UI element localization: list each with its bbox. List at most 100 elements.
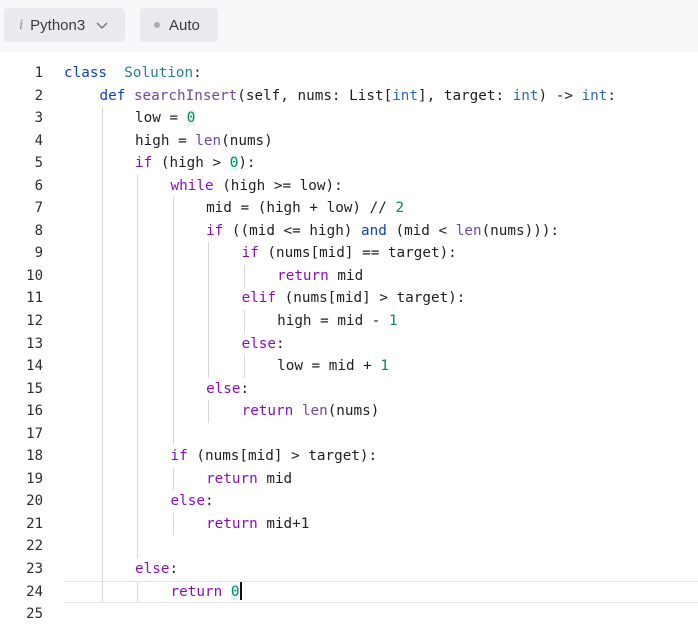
code-area[interactable]: class Solution: def searchInsert(self, nu… — [64, 62, 698, 626]
indent-guide — [101, 355, 103, 378]
code-token: mid — [328, 267, 364, 284]
code-line[interactable]: elif (nums[mid] > target): — [64, 287, 698, 311]
indent-guide — [137, 242, 139, 265]
code-token: else — [206, 380, 241, 397]
code-token: len — [195, 132, 222, 149]
line-number: 3 — [34, 110, 43, 127]
indent-guide — [137, 512, 139, 536]
code-line[interactable]: class Solution: — [64, 62, 698, 85]
code-token: ) -> — [538, 87, 582, 104]
indent-guide — [137, 355, 139, 378]
code-token: Solution — [124, 65, 194, 81]
code-line[interactable]: high = mid - 1 — [64, 310, 698, 333]
code-token: return — [277, 267, 329, 284]
code-line[interactable]: if (high > 0): — [64, 152, 698, 175]
code-token: low = mid + — [277, 358, 381, 375]
code-token: int — [512, 87, 539, 104]
code-token: 0 — [230, 583, 240, 600]
code-token: else — [170, 493, 205, 510]
code-line[interactable]: if (nums[mid] == target): — [64, 242, 698, 265]
indent-guide — [101, 197, 103, 220]
language-select[interactable]: i Python3 — [4, 8, 125, 42]
indent-guide — [101, 174, 103, 198]
code-line[interactable]: mid = (high + low) // 2 — [64, 197, 698, 220]
indent-guide — [172, 512, 174, 536]
line-number: 1 — [34, 65, 43, 81]
code-line[interactable]: return mid — [64, 467, 698, 491]
code-token: mid = (high + low) // — [206, 200, 396, 217]
line-number: 13 — [26, 335, 43, 352]
indent-guide — [137, 219, 139, 243]
code-token: : — [169, 561, 179, 578]
line-number: 5 — [34, 155, 43, 172]
code-line[interactable]: else: — [64, 332, 698, 356]
language-label: Python3 — [30, 16, 86, 34]
code-token: (nums) — [327, 403, 380, 420]
code-line[interactable]: else: — [64, 490, 698, 513]
code-token: class — [64, 65, 108, 81]
code-line[interactable]: low = 0 — [64, 107, 698, 130]
indent-guide — [101, 400, 103, 423]
code-token: elif — [241, 290, 277, 307]
code-line[interactable]: high = len(nums) — [64, 129, 698, 153]
code-line[interactable]: return mid — [64, 264, 698, 288]
indent-guide — [137, 535, 139, 559]
code-token: int — [392, 87, 419, 104]
code-token: mid+1 — [257, 515, 310, 532]
indent-guide — [208, 264, 210, 288]
code-line[interactable] — [64, 535, 698, 559]
code-line[interactable]: if ((mid <= high) and (mid < len(nums)))… — [64, 219, 698, 243]
code-editor[interactable]: 1 2 3 4 5 6 7 8 9 10 11 12 13 14 15 16 17 18 19 20 21 22 23 24 2… — [0, 52, 698, 644]
code-token: (high > — [152, 155, 230, 172]
code-token: (nums[mid] > target): — [276, 290, 466, 307]
code-token: 2 — [395, 200, 405, 217]
code-line[interactable]: while (high >= low): — [64, 174, 698, 198]
code-line[interactable]: if (nums[mid] > target): — [64, 445, 698, 468]
line-number: 23 — [26, 561, 43, 578]
indent-guide — [172, 242, 174, 265]
indent-guide — [137, 264, 139, 288]
code-line[interactable]: return len(nums) — [64, 400, 698, 423]
indent-guide — [101, 558, 103, 581]
code-line[interactable]: def searchInsert(self, nums: List[int], … — [64, 85, 698, 108]
code-line[interactable]: return mid+1 — [64, 512, 698, 536]
line-number: 9 — [34, 245, 43, 262]
indent-guide — [243, 264, 245, 288]
line-number: 15 — [26, 380, 43, 397]
code-token: while — [170, 177, 214, 194]
language-info-icon: i — [19, 16, 24, 33]
indent-guide — [172, 377, 174, 401]
code-line[interactable] — [64, 603, 698, 626]
indent-guide — [172, 310, 174, 333]
code-token: low = — [135, 110, 187, 127]
indent-guide — [172, 197, 174, 220]
indent-guide — [137, 580, 139, 604]
code-token: (nums[mid] > target): — [187, 448, 378, 465]
indent-guide — [101, 129, 103, 153]
indent-guide — [101, 445, 103, 468]
code-token: : — [193, 65, 202, 81]
code-token: else — [241, 335, 277, 352]
code-line[interactable]: else: — [64, 377, 698, 401]
indent-guide — [101, 264, 103, 288]
code-line[interactable]: return 0 — [64, 580, 698, 604]
indent-guide — [208, 332, 210, 356]
indent-guide — [137, 400, 139, 423]
code-token: else — [135, 561, 170, 578]
code-line[interactable]: low = mid + 1 — [64, 355, 698, 378]
code-token: mid — [257, 470, 293, 487]
code-token: int — [581, 87, 608, 104]
code-line[interactable] — [64, 422, 698, 446]
code-line[interactable]: else: — [64, 558, 698, 581]
code-token: ], target: — [418, 87, 513, 104]
auto-mode-button[interactable]: Auto — [140, 8, 218, 42]
indent-guide — [101, 467, 103, 491]
indent-guide — [208, 287, 210, 311]
indent-guide — [172, 287, 174, 311]
indent-guide — [101, 580, 103, 604]
text-cursor — [240, 580, 243, 600]
indent-guide — [137, 174, 139, 198]
